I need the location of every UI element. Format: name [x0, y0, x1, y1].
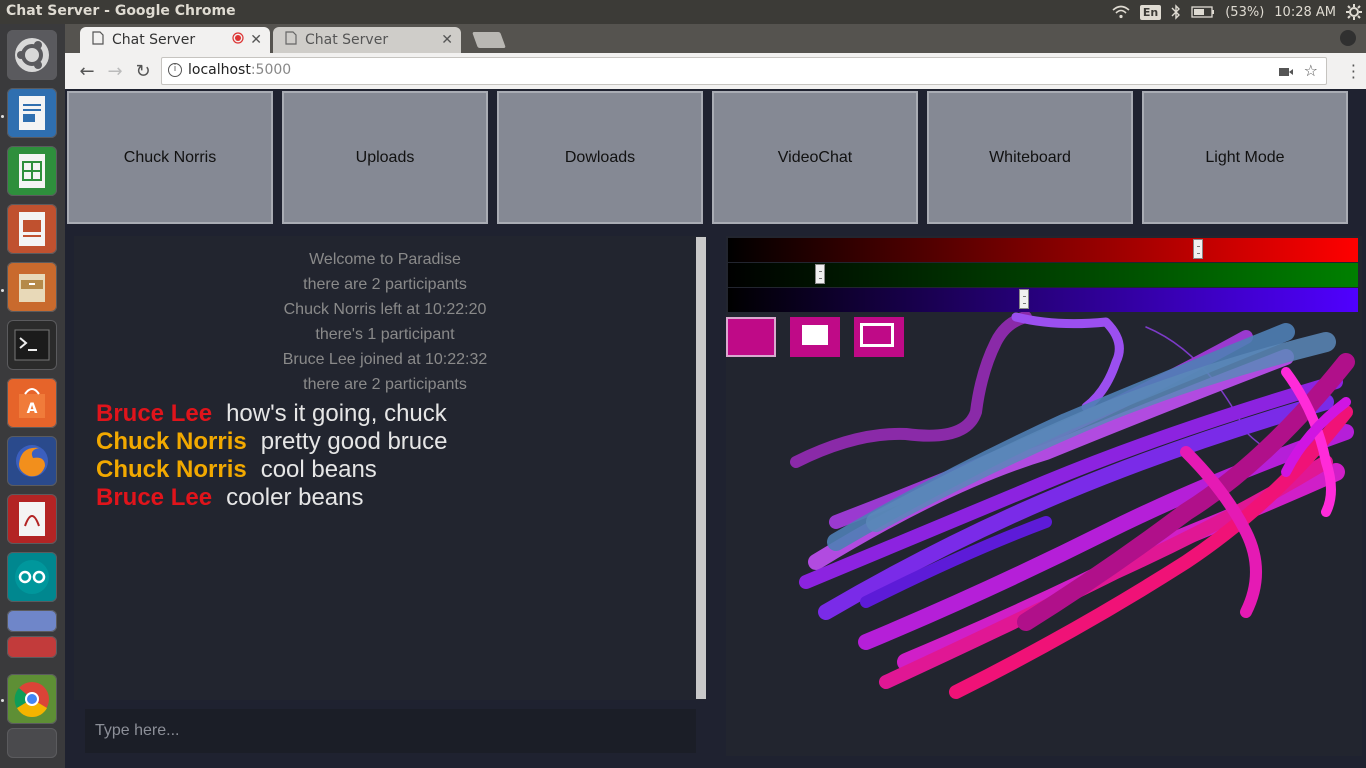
nav-uploads-button[interactable]: Uploads [282, 91, 488, 224]
launcher: A [0, 24, 65, 768]
system-message: Welcome to Paradise [309, 251, 461, 268]
system-message: there are 2 participants [303, 376, 467, 393]
nav-user-button[interactable]: Chuck Norris [67, 91, 273, 224]
window-title: Chat Server - Google Chrome [6, 3, 236, 19]
keyboard-language-indicator[interactable]: En [1139, 4, 1162, 20]
chat-text: cooler beans [226, 484, 364, 511]
red-slider-thumb[interactable] [1193, 239, 1203, 259]
browser-toolbar: ← → ↻ i localhost:5000 ☆ · · · [65, 53, 1366, 90]
chat-input[interactable] [85, 709, 696, 753]
battery-icon[interactable] [1191, 6, 1215, 18]
back-arrow-icon[interactable]: ← [77, 61, 97, 82]
close-tab-icon[interactable]: ✕ [441, 32, 453, 48]
chat-username: Bruce Lee [96, 400, 213, 427]
reload-icon[interactable]: ↻ [133, 61, 153, 82]
chat-message: Chuck Norris cool beans [96, 456, 377, 484]
chat-message: Chuck Norris pretty good bruce [96, 428, 448, 456]
tab-chat-server[interactable]: Chat Server ✕ [273, 27, 461, 53]
stacked-app-icon[interactable] [7, 636, 57, 658]
color-swatch-fill[interactable] [726, 317, 776, 357]
chrome-icon[interactable] [7, 674, 57, 724]
chat-username: Bruce Lee [96, 484, 213, 511]
firefox-icon[interactable] [7, 436, 57, 486]
forward-arrow-icon[interactable]: → [105, 61, 125, 82]
new-tab-button[interactable] [472, 32, 506, 48]
system-message: Chuck Norris left at 10:22:20 [283, 301, 487, 318]
wifi-icon[interactable] [1112, 5, 1130, 19]
page-icon [92, 31, 104, 49]
terminal-icon[interactable] [7, 320, 57, 370]
page-icon [285, 31, 297, 49]
chat-text: how's it going, chuck [226, 400, 447, 427]
nav-whiteboard-button[interactable]: Whiteboard [927, 91, 1133, 224]
profile-icon[interactable] [1340, 30, 1356, 46]
tab-chat-server-active[interactable]: Chat Server ✕ [80, 27, 270, 53]
blue-slider-thumb[interactable] [1019, 289, 1030, 309]
chat-text: pretty good bruce [260, 428, 448, 455]
arduino-icon[interactable] [7, 552, 57, 602]
trash-icon[interactable] [7, 728, 57, 758]
libreoffice-calc-icon[interactable] [7, 146, 57, 196]
page: Chuck Norris Uploads Dowloads VideoChat … [65, 89, 1366, 768]
tab-strip: Chat Server ✕ Chat Server ✕ [65, 24, 1366, 53]
chat-scrollbar[interactable] [696, 237, 706, 699]
running-indicator [1, 115, 4, 118]
site-info-icon[interactable]: i [168, 63, 182, 77]
bluetooth-icon[interactable] [1171, 4, 1181, 20]
running-indicator [1, 699, 4, 702]
small-brush-swatch[interactable] [790, 317, 840, 357]
small-brush-preview [802, 325, 828, 345]
tab-label: Chat Server [112, 32, 196, 48]
tab-label: Chat Server [305, 32, 389, 48]
running-indicator [1, 289, 4, 292]
large-brush-preview [860, 323, 894, 347]
chat-text: cool beans [260, 456, 377, 483]
address-bar[interactable]: i localhost:5000 ☆ [161, 57, 1327, 85]
stacked-app-icon[interactable] [7, 610, 57, 632]
red-slider[interactable] [728, 238, 1358, 262]
system-message: there's 1 participant [315, 326, 455, 343]
system-tray: En (53%) 10:28 AM [1112, 0, 1362, 24]
chat-input-area [85, 709, 696, 753]
whiteboard-canvas[interactable] [726, 312, 1358, 700]
chat-message: Bruce Lee how's it going, chuck [96, 400, 447, 428]
system-message: Bruce Lee joined at 10:22:32 [282, 351, 488, 368]
large-brush-swatch[interactable] [854, 317, 904, 357]
chat-message: Bruce Lee cooler beans [96, 484, 364, 512]
close-tab-icon[interactable]: ✕ [250, 32, 262, 48]
libreoffice-writer-icon[interactable] [7, 88, 57, 138]
green-slider-thumb[interactable] [814, 264, 825, 284]
system-message: there are 2 participants [303, 276, 467, 293]
chat-username: Chuck Norris [96, 428, 247, 455]
battery-percentage: (53%) [1225, 4, 1265, 20]
url-text[interactable]: localhost:5000 [188, 62, 291, 78]
svg-text:A: A [27, 401, 38, 417]
green-slider[interactable] [728, 263, 1358, 287]
software-center-icon[interactable]: A [7, 378, 57, 428]
chat-username: Chuck Norris [96, 456, 247, 483]
document-viewer-icon[interactable] [7, 494, 57, 544]
ubuntu-dash-icon[interactable] [7, 30, 57, 80]
recording-indicator-icon [232, 32, 244, 48]
settings-gear-icon[interactable] [1346, 4, 1362, 20]
nav-downloads-button[interactable]: Dowloads [497, 91, 703, 224]
libreoffice-impress-icon[interactable] [7, 204, 57, 254]
color-sliders [728, 238, 1358, 312]
nav-videochat-button[interactable]: VideoChat [712, 91, 918, 224]
chat-log[interactable]: Welcome to Paradise there are 2 particip… [74, 236, 706, 700]
blue-slider[interactable] [728, 288, 1358, 312]
bookmark-star-icon[interactable]: ☆ [1304, 61, 1318, 80]
top-panel: Chat Server - Google Chrome En (53%) 10:… [0, 0, 1366, 24]
file-cabinet-icon[interactable] [7, 262, 57, 312]
clock[interactable]: 10:28 AM [1274, 5, 1336, 20]
nav-light-mode-button[interactable]: Light Mode [1142, 91, 1348, 224]
menu-dots-icon[interactable]: · · · [1351, 58, 1356, 86]
camera-icon[interactable] [1278, 63, 1294, 82]
